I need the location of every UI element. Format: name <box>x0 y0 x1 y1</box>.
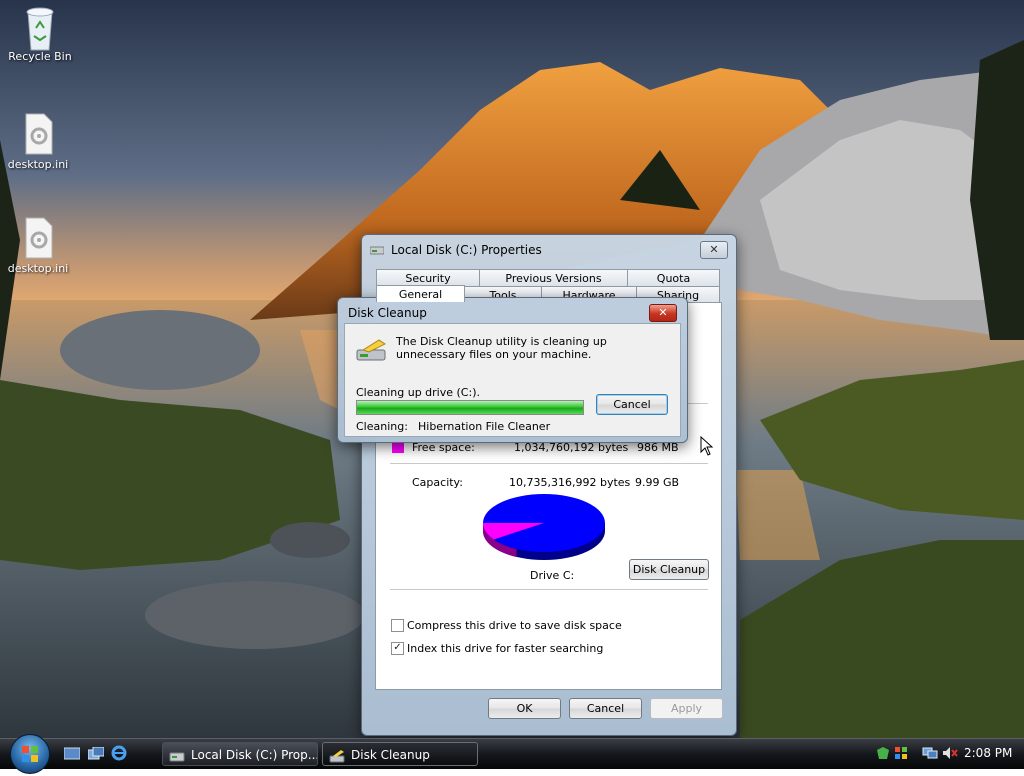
start-button[interactable] <box>10 734 50 774</box>
desktop-icon-label: desktop.ini <box>7 158 69 171</box>
taskbar: Local Disk (C:) Prop... Disk Cleanup 2:0… <box>0 734 1024 774</box>
index-checkbox[interactable]: ✓ <box>391 642 404 655</box>
capacity-size: 9.99 GB <box>635 476 680 489</box>
desktop-icon-recycle-bin[interactable]: Recycle Bin <box>2 4 78 63</box>
cleanup-title: Disk Cleanup <box>348 306 427 320</box>
disk-cleanup-button[interactable]: Disk Cleanup <box>629 559 709 580</box>
desktop-icon-desktop-ini[interactable]: desktop.ini <box>0 216 76 275</box>
security-center-icon[interactable] <box>876 746 890 760</box>
windows-logo-icon <box>22 746 38 762</box>
ok-button[interactable]: OK <box>488 698 561 719</box>
progress-label: Cleaning up drive (C:). <box>356 386 480 399</box>
drive-icon <box>369 244 385 255</box>
taskbar-button-label: Local Disk (C:) Prop... <box>191 748 318 762</box>
desktop-icon-label: desktop.ini <box>7 262 69 275</box>
index-label[interactable]: Index this drive for faster searching <box>407 642 603 655</box>
divider <box>390 589 708 590</box>
windows-update-icon[interactable] <box>894 746 908 760</box>
tab-security[interactable]: Security <box>376 269 480 286</box>
tab-quota[interactable]: Quota <box>627 269 720 286</box>
network-icon[interactable] <box>922 746 938 760</box>
disk-cleanup-dialog: Disk Cleanup ✕ The Disk Cleanup utility … <box>337 297 688 443</box>
tab-previous-versions[interactable]: Previous Versions <box>479 269 628 286</box>
checkmark-icon: ✓ <box>393 642 402 653</box>
divider <box>390 463 708 464</box>
internet-explorer-icon[interactable] <box>111 745 127 761</box>
cleanup-message: The Disk Cleanup utility is cleaning up … <box>396 335 607 361</box>
disk-cleanup-icon <box>329 747 345 763</box>
disk-usage-pie <box>482 494 605 560</box>
recycle-bin-icon <box>20 4 60 51</box>
properties-title: Local Disk (C:) Properties <box>391 243 542 257</box>
show-desktop-icon[interactable] <box>64 747 80 761</box>
apply-button[interactable]: Apply <box>650 698 723 719</box>
capacity-bytes: 10,735,316,992 bytes <box>509 476 631 489</box>
properties-close-button[interactable]: ✕ <box>700 241 728 259</box>
mouse-cursor-icon <box>700 436 714 456</box>
desktop-icon-desktop-ini[interactable]: desktop.ini <box>0 112 76 171</box>
tab-general[interactable]: General <box>376 285 465 302</box>
capacity-label: Capacity: <box>412 476 463 489</box>
cleanup-cancel-button[interactable]: Cancel <box>596 394 668 415</box>
taskbar-button-properties[interactable]: Local Disk (C:) Prop... <box>162 742 318 766</box>
properties-titlebar[interactable]: Local Disk (C:) Properties ✕ <box>362 235 736 265</box>
desktop-icon-label: Recycle Bin <box>8 50 72 63</box>
settings-file-icon <box>18 112 58 156</box>
settings-file-icon <box>18 216 58 260</box>
close-icon: ✕ <box>709 243 719 256</box>
progress-fill <box>357 401 583 414</box>
system-tray: 2:08 PM <box>866 741 1024 767</box>
cleaning-item: Hibernation File Cleaner <box>418 420 551 433</box>
volume-muted-icon[interactable] <box>942 746 958 760</box>
drive-label: Drive C: <box>530 569 575 582</box>
drive-icon <box>169 747 185 762</box>
cleaning-label: Cleaning: <box>356 420 408 433</box>
disk-cleanup-icon <box>355 338 389 364</box>
clock[interactable]: 2:08 PM <box>964 746 1012 760</box>
cleanup-progress-bar <box>356 400 584 415</box>
close-icon: ✕ <box>658 306 668 319</box>
taskbar-button-label: Disk Cleanup <box>351 748 430 762</box>
switch-windows-icon[interactable] <box>88 747 104 761</box>
cleanup-close-button[interactable]: ✕ <box>649 304 677 322</box>
cleanup-body: The Disk Cleanup utility is cleaning up … <box>344 323 681 437</box>
compress-checkbox[interactable] <box>391 619 404 632</box>
cancel-button[interactable]: Cancel <box>569 698 642 719</box>
taskbar-button-disk-cleanup[interactable]: Disk Cleanup <box>322 742 478 766</box>
compress-label[interactable]: Compress this drive to save disk space <box>407 619 622 632</box>
